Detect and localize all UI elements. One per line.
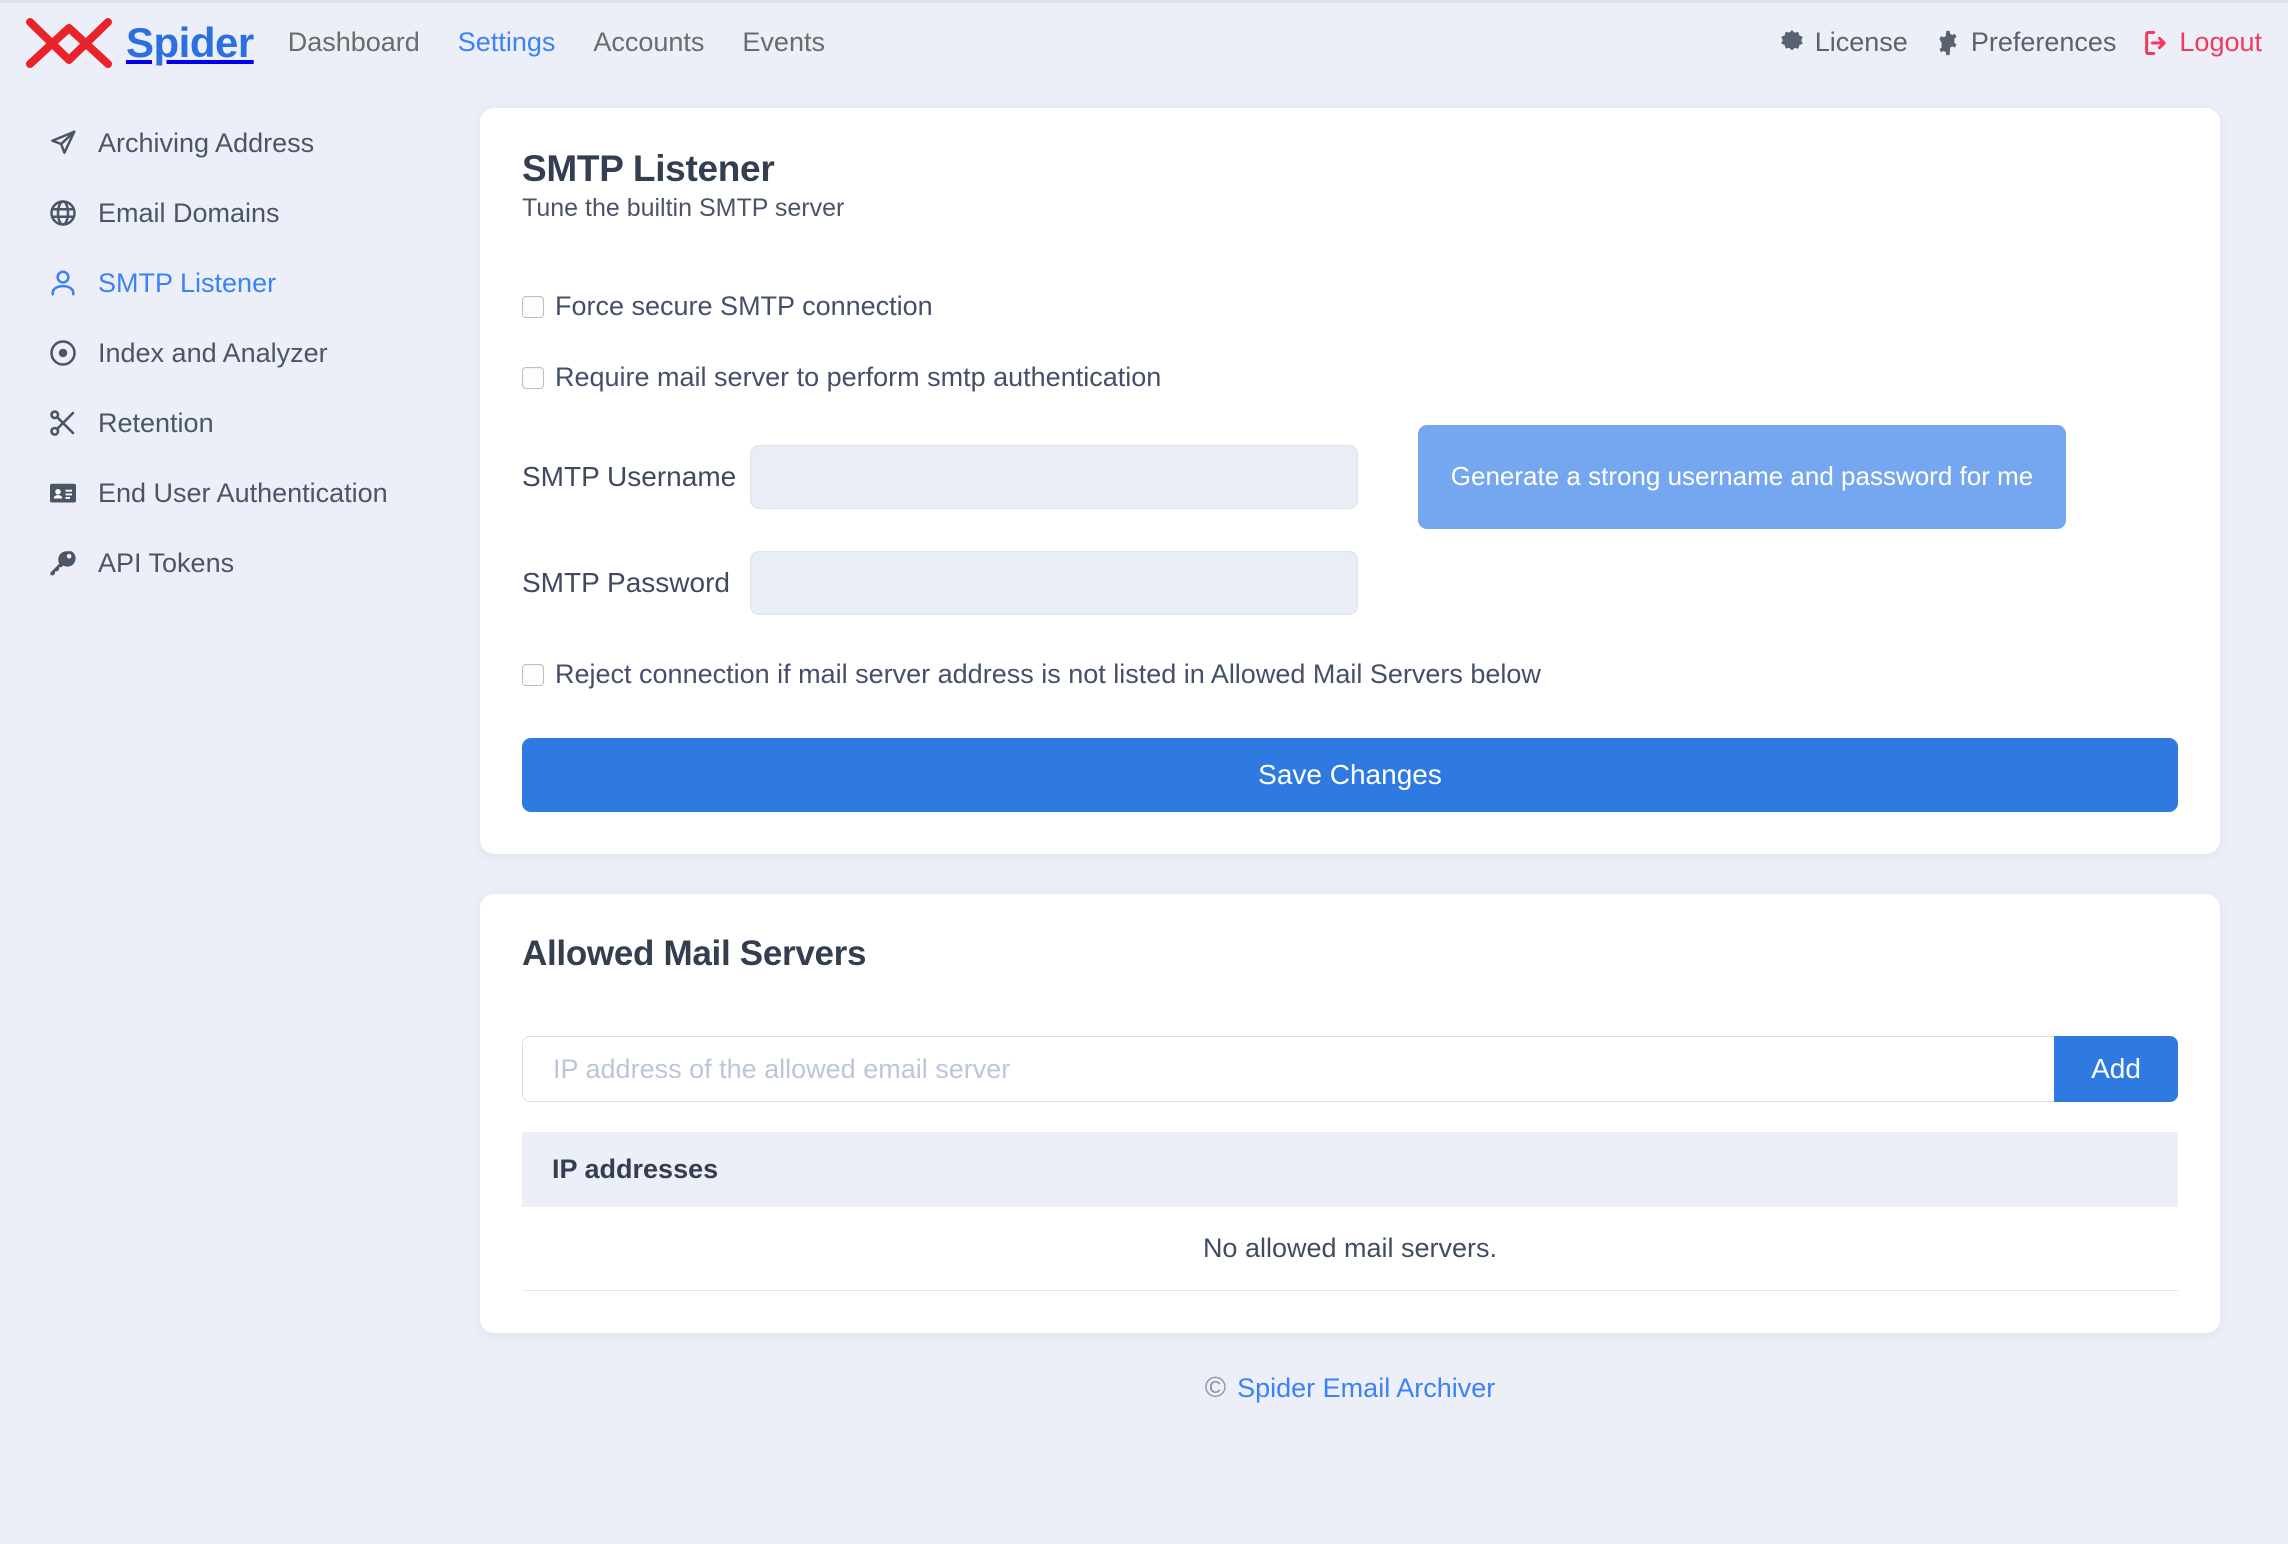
sidebar-label: End User Authentication [98, 477, 388, 508]
sidebar-item-smtp-listener[interactable]: SMTP Listener [46, 248, 480, 318]
sidebar-label: API Tokens [98, 547, 235, 578]
copyright-icon: © [1204, 1371, 1227, 1404]
smtp-username-label: SMTP Username [522, 461, 737, 492]
smtp-username-row: SMTP Username Generate a strong username… [522, 425, 2178, 529]
paper-plane-icon [46, 126, 80, 160]
brand-name: Spider [126, 18, 254, 66]
settings-content: SMTP Listener Tune the builtin SMTP serv… [480, 82, 2288, 1443]
smtp-credential-fields: SMTP Username Generate a strong username… [522, 425, 2178, 615]
sidebar-label: Index and Analyzer [98, 337, 328, 368]
force-secure-smtp-checkbox[interactable] [522, 295, 544, 318]
allowed-mail-servers-card: Allowed Mail Servers Add IP addresses No… [480, 894, 2220, 1333]
logout-label: Logout [2179, 27, 2262, 57]
sidebar-item-api-tokens[interactable]: API Tokens [46, 528, 480, 598]
empty-state-message: No allowed mail servers. [522, 1207, 2178, 1291]
require-smtp-auth-checkbox[interactable] [522, 366, 544, 389]
add-ip-button[interactable]: Add [2054, 1036, 2178, 1102]
reject-connection-row[interactable]: Reject connection if mail server address… [522, 659, 2178, 690]
allowed-mail-servers-title: Allowed Mail Servers [522, 934, 867, 973]
scissors-icon [46, 406, 80, 440]
sidebar-item-end-user-authentication[interactable]: End User Authentication [46, 458, 480, 528]
nav-item-settings[interactable]: Settings [458, 27, 556, 58]
add-ip-row: Add [522, 1036, 2178, 1102]
nav-item-accounts[interactable]: Accounts [593, 27, 704, 58]
sidebar-item-index-and-analyzer[interactable]: Index and Analyzer [46, 318, 480, 388]
top-right-actions: License Preferences Logout [1778, 27, 2262, 58]
main-nav: Dashboard Settings Accounts Events [288, 27, 825, 58]
preferences-label: Preferences [1970, 27, 2117, 57]
settings-sidebar: Archiving Address Email Domains SMTP Lis… [0, 82, 480, 598]
globe-icon [46, 196, 80, 230]
license-label: License [1814, 27, 1908, 57]
envelope-x-logo-icon [26, 17, 112, 68]
require-smtp-auth-label: Require mail server to perform smtp auth… [555, 362, 1162, 392]
preferences-link[interactable]: Preferences [1934, 27, 2117, 58]
page-subtitle: Tune the builtin SMTP server [522, 194, 845, 222]
save-changes-button[interactable]: Save Changes [522, 738, 2178, 812]
nav-item-events[interactable]: Events [742, 27, 825, 58]
sidebar-item-archiving-address[interactable]: Archiving Address [46, 108, 480, 178]
license-link[interactable]: License [1778, 27, 1908, 58]
sidebar-label: SMTP Listener [98, 267, 277, 298]
page-footer: © Spider Email Archiver [480, 1333, 2220, 1443]
sidebar-item-email-domains[interactable]: Email Domains [46, 178, 480, 248]
key-icon [46, 546, 80, 580]
allowed-ip-input[interactable] [522, 1036, 2054, 1102]
ip-addresses-column-header: IP addresses [522, 1132, 2178, 1207]
sidebar-label: Email Domains [98, 197, 280, 228]
target-icon [46, 336, 80, 370]
page-body: Archiving Address Email Domains SMTP Lis… [0, 82, 2288, 1492]
smtp-password-label: SMTP Password [522, 567, 730, 598]
generate-credentials-button[interactable]: Generate a strong username and password … [1418, 425, 2066, 529]
smtp-listener-card: SMTP Listener Tune the builtin SMTP serv… [480, 108, 2220, 854]
nav-item-dashboard[interactable]: Dashboard [288, 27, 420, 58]
footer-brand-link[interactable]: Spider Email Archiver [1237, 1373, 1495, 1404]
require-smtp-auth-row[interactable]: Require mail server to perform smtp auth… [522, 362, 2178, 393]
smtp-password-input[interactable] [750, 551, 1358, 615]
gear-icon [1934, 29, 1962, 57]
sidebar-item-retention[interactable]: Retention [46, 388, 480, 458]
brand-home-link[interactable]: Spider [26, 16, 254, 70]
reject-connection-checkbox[interactable] [522, 663, 544, 686]
smtp-password-row: SMTP Password [522, 551, 2178, 615]
sidebar-label: Archiving Address [98, 127, 315, 158]
force-secure-smtp-row[interactable]: Force secure SMTP connection [522, 291, 2178, 322]
top-navigation-bar: Spider Dashboard Settings Accounts Event… [0, 0, 2288, 82]
logout-link[interactable]: Logout [2142, 27, 2262, 58]
user-icon [46, 266, 80, 300]
reject-connection-label: Reject connection if mail server address… [555, 659, 1541, 689]
id-card-icon [46, 476, 80, 510]
force-secure-smtp-label: Force secure SMTP connection [555, 291, 933, 321]
certificate-icon [1778, 29, 1806, 57]
sidebar-label: Retention [98, 407, 214, 438]
logout-icon [2142, 29, 2170, 57]
page-title: SMTP Listener [522, 148, 775, 189]
allowed-ip-table: IP addresses No allowed mail servers. [522, 1132, 2178, 1291]
smtp-username-input[interactable] [750, 445, 1358, 509]
